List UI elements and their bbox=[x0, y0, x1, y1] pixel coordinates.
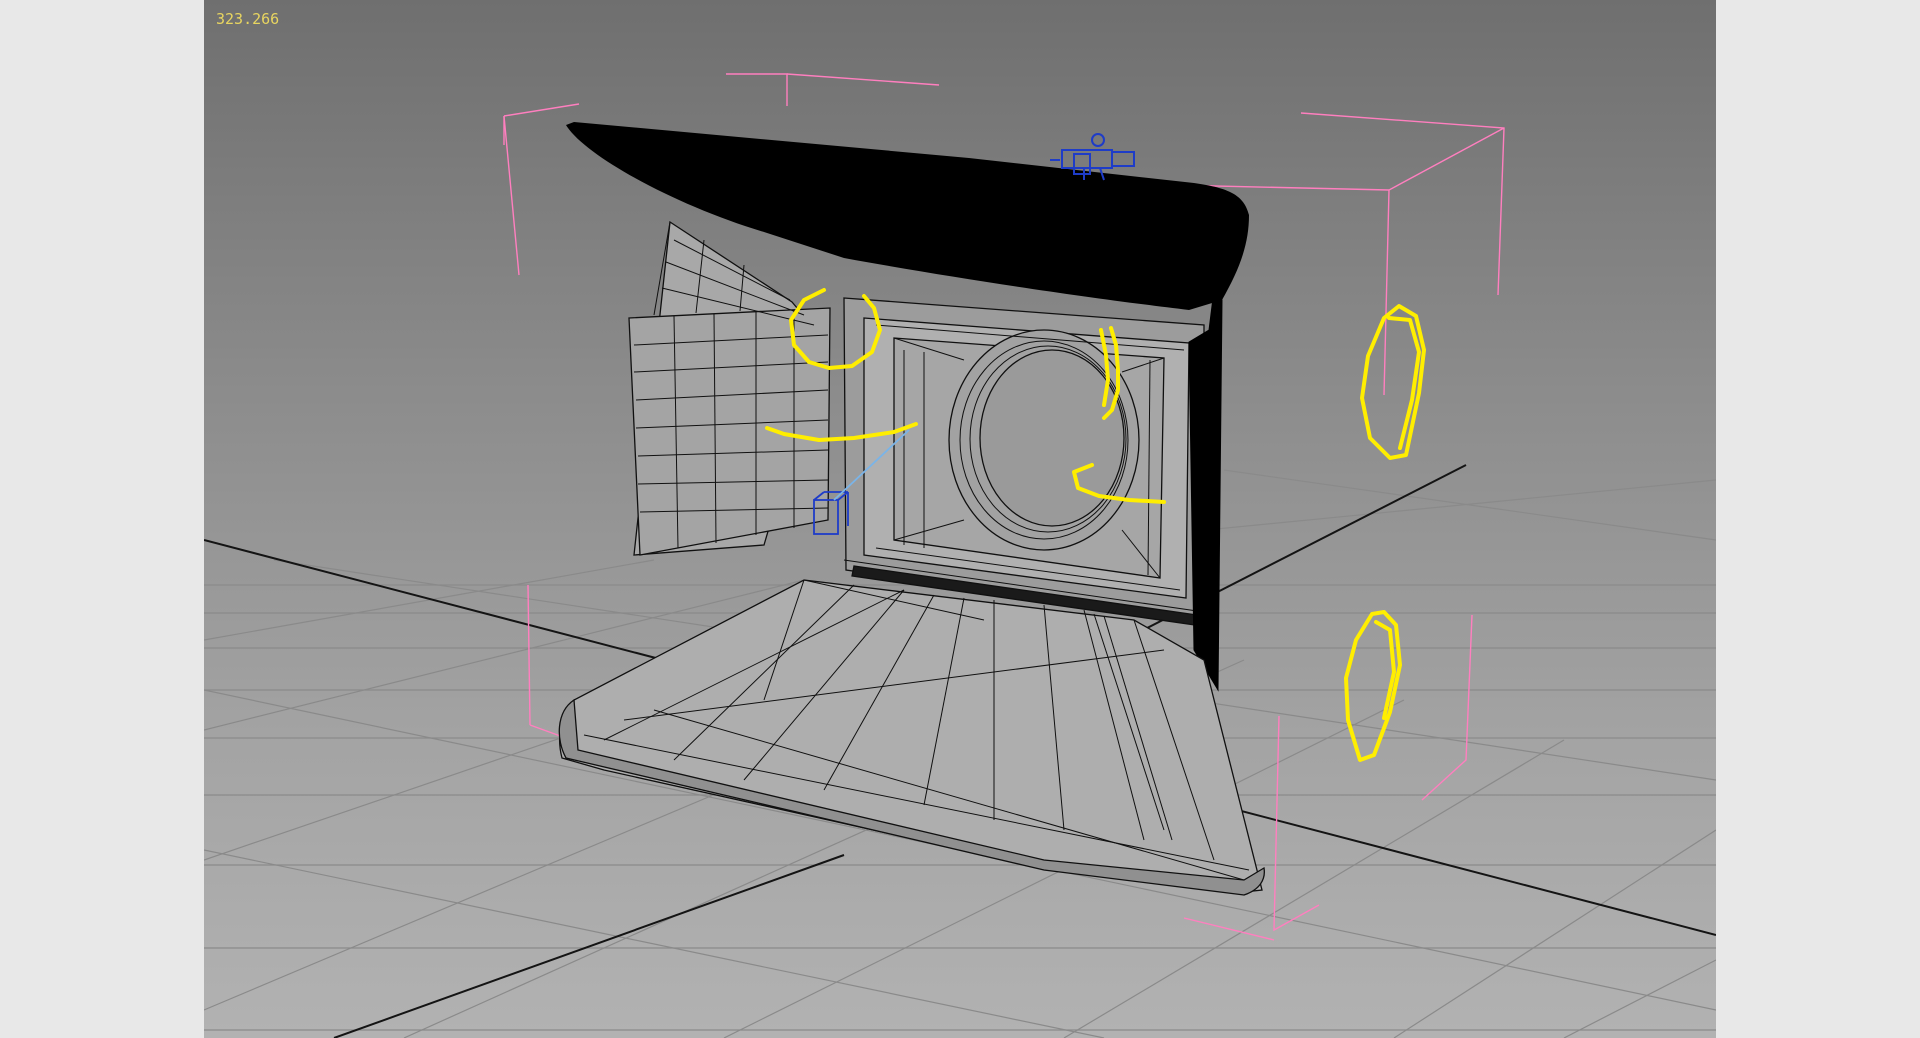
lens-frame bbox=[843, 297, 1205, 627]
coordinate-readout: 323.266 bbox=[216, 10, 280, 28]
scene-canvas[interactable] bbox=[204, 0, 1716, 1038]
right-margin bbox=[1716, 0, 1920, 1038]
right-barn-door bbox=[1188, 288, 1223, 692]
bottom-barn-door bbox=[558, 579, 1265, 896]
left-margin bbox=[0, 0, 204, 1038]
left-barn-door bbox=[628, 220, 831, 556]
perspective-viewport[interactable]: 323.266 bbox=[204, 0, 1716, 1038]
